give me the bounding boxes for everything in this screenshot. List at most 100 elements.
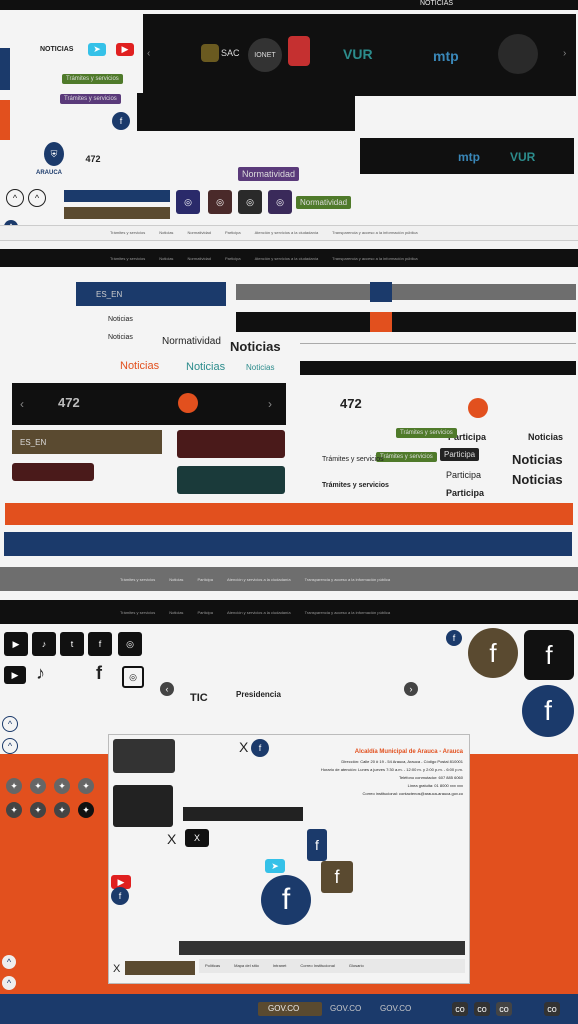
logo-sac[interactable]: SAC xyxy=(221,48,240,58)
logo-red[interactable] xyxy=(288,36,310,66)
carousel-prev-icon[interactable]: ‹ xyxy=(20,397,24,411)
footer-link[interactable]: Intranet xyxy=(273,963,287,968)
social-tile-3[interactable]: ◎ xyxy=(238,190,262,214)
facebook-icon[interactable]: f xyxy=(88,632,112,656)
nav-item[interactable]: Participa xyxy=(197,577,213,582)
telegram-icon-2[interactable]: ➤ xyxy=(265,859,285,873)
noticias-small[interactable]: Noticias xyxy=(108,316,133,323)
social-tile-4[interactable]: ◎ xyxy=(268,190,292,214)
noticias-col-3[interactable]: Noticias xyxy=(512,472,563,487)
chevron-up-icon[interactable]: ^ xyxy=(6,189,24,207)
noticias-heading[interactable]: Noticias xyxy=(230,339,281,354)
noticias-alt[interactable]: Noticias xyxy=(186,361,225,373)
logo-seal[interactable] xyxy=(201,44,219,62)
facebook-round-big[interactable]: f xyxy=(261,875,311,925)
youtube-icon-2[interactable]: ▶ xyxy=(4,666,26,684)
co-icon[interactable]: co xyxy=(452,1002,468,1016)
tramites-text-2[interactable]: Trámites y servicios xyxy=(322,482,389,489)
co-icon-4[interactable]: co xyxy=(544,1002,560,1016)
nav-item[interactable]: Atención y servicios a la ciudadanía xyxy=(255,256,319,261)
footer-link[interactable]: Glosario xyxy=(349,963,364,968)
facebook-icon-5[interactable]: f xyxy=(321,861,353,893)
top-noticias[interactable]: NOTICIAS xyxy=(420,0,453,7)
lang-switch[interactable]: ES_EN xyxy=(96,290,122,299)
instagram-icon[interactable]: ◎ xyxy=(118,632,142,656)
nav-item[interactable]: Noticias xyxy=(159,230,173,235)
arauca-logo-text[interactable]: ARAUCA xyxy=(36,170,62,176)
nav-item[interactable]: Atención y servicios a la ciudadanía xyxy=(255,230,319,235)
nav-item[interactable]: Transparencia y acceso a la información … xyxy=(332,230,417,235)
logo-vur[interactable]: VUR xyxy=(343,46,373,62)
telegram-icon[interactable]: ➤ xyxy=(88,43,106,56)
nav-highlight-orange[interactable] xyxy=(370,312,392,332)
facebook-icon[interactable]: f xyxy=(112,112,130,130)
nav-item[interactable]: Participa xyxy=(225,230,241,235)
chevron-up-icon-4[interactable]: ^ xyxy=(2,716,18,732)
nav-item[interactable]: Atención y servicios a la ciudadanía xyxy=(227,577,291,582)
nav-item[interactable]: Transparencia y acceso a la información … xyxy=(305,577,390,582)
nav-item[interactable]: Atención y servicios a la ciudadanía xyxy=(227,610,291,615)
logo-ionet[interactable]: IONET xyxy=(248,38,282,72)
normatividad-pill-2[interactable]: Normatividad xyxy=(296,196,352,209)
instagram-icon-2[interactable]: ◎ xyxy=(122,666,144,688)
nav-item[interactable]: Trámites y servicios xyxy=(110,256,145,261)
facebook-icon-6[interactable]: f xyxy=(111,887,129,905)
tramites-pill-4[interactable]: Trámites y servicios xyxy=(376,452,437,462)
chevron-up-icon-2[interactable]: ^ xyxy=(28,189,46,207)
accessibility-icon-7[interactable]: ✦ xyxy=(54,802,70,818)
accessibility-icon-4[interactable]: ✦ xyxy=(78,778,94,794)
logo-circle[interactable] xyxy=(498,34,538,74)
facebook-icon-4[interactable]: f xyxy=(307,829,327,861)
tramites-pill[interactable]: Trámites y servicios xyxy=(62,74,123,84)
nav-item[interactable]: Trámites y servicios xyxy=(110,230,145,235)
tramites-pill-3[interactable]: Trámites y servicios xyxy=(396,428,457,438)
accessibility-icon[interactable]: ✦ xyxy=(6,778,22,794)
nav-item[interactable]: Noticias xyxy=(159,256,173,261)
x-icon-3[interactable]: X xyxy=(185,829,209,847)
gov-logo-box[interactable]: GOV.CO xyxy=(258,1002,322,1016)
chevron-up-icon-7[interactable]: ^ xyxy=(2,976,16,990)
facebook-icon-3[interactable]: f xyxy=(251,739,269,757)
co-icon-2[interactable]: co xyxy=(474,1002,490,1016)
logo-mtp[interactable]: mtp xyxy=(433,48,459,64)
tiktok-icon[interactable]: ♪ xyxy=(32,632,56,656)
gov-logo-2[interactable]: GOV.CO xyxy=(330,1004,361,1013)
accessibility-icon-8[interactable]: ✦ xyxy=(78,802,94,818)
participa-3[interactable]: Participa xyxy=(446,470,481,480)
carousel-next-icon-2[interactable]: › xyxy=(404,682,418,696)
carousel-prev-icon-2[interactable]: ‹ xyxy=(160,682,174,696)
nav-item[interactable]: Transparencia y acceso a la información … xyxy=(332,256,417,261)
logo-colombia-light[interactable] xyxy=(468,398,488,418)
accessibility-icon-3[interactable]: ✦ xyxy=(54,778,70,794)
logo-mtp-2[interactable]: mtp xyxy=(458,150,480,164)
nav-item[interactable]: Transparencia y acceso a la información … xyxy=(305,610,390,615)
x-icon-4[interactable]: X xyxy=(113,963,120,975)
noticias-alt-2[interactable]: Noticias xyxy=(246,363,274,372)
logo-472[interactable]: 472 xyxy=(84,150,102,168)
normatividad-pill[interactable]: Normatividad xyxy=(238,167,300,181)
nav-item[interactable]: Participa xyxy=(225,256,241,261)
presidencia-logo[interactable]: Presidencia xyxy=(236,690,281,699)
carousel-next-icon[interactable]: › xyxy=(268,397,272,411)
chevron-up-icon-5[interactable]: ^ xyxy=(2,738,18,754)
nav-highlight-navy[interactable] xyxy=(370,282,392,302)
normatividad-text[interactable]: Normatividad xyxy=(162,336,221,347)
x-icon-2[interactable]: X xyxy=(167,831,176,847)
nav-item[interactable]: Normatividad xyxy=(187,256,211,261)
nav-item[interactable]: Noticias xyxy=(169,577,183,582)
participa-2[interactable]: Participa xyxy=(440,448,480,461)
noticias-col-2[interactable]: Noticias xyxy=(512,452,563,467)
social-tile-1[interactable]: ◎ xyxy=(176,190,200,214)
facebook-round-icon[interactable]: f xyxy=(468,628,518,678)
lang-switch-2[interactable]: ES_EN xyxy=(20,438,46,447)
logo-472-light[interactable]: 472 xyxy=(340,396,362,411)
youtube-icon[interactable]: ▶ xyxy=(116,43,134,56)
noticias-col-1[interactable]: Noticias xyxy=(528,432,563,442)
tramites-pill-2[interactable]: Trámites y servicios xyxy=(60,94,121,104)
gov-logo-3[interactable]: GOV.CO xyxy=(380,1004,411,1013)
nav-item[interactable]: Noticias xyxy=(169,610,183,615)
footer-link[interactable]: Políticas xyxy=(205,963,220,968)
nav-item[interactable]: Trámites y servicios xyxy=(120,577,155,582)
chevron-right-icon[interactable]: › xyxy=(563,48,566,59)
accessibility-icon-6[interactable]: ✦ xyxy=(30,802,46,818)
